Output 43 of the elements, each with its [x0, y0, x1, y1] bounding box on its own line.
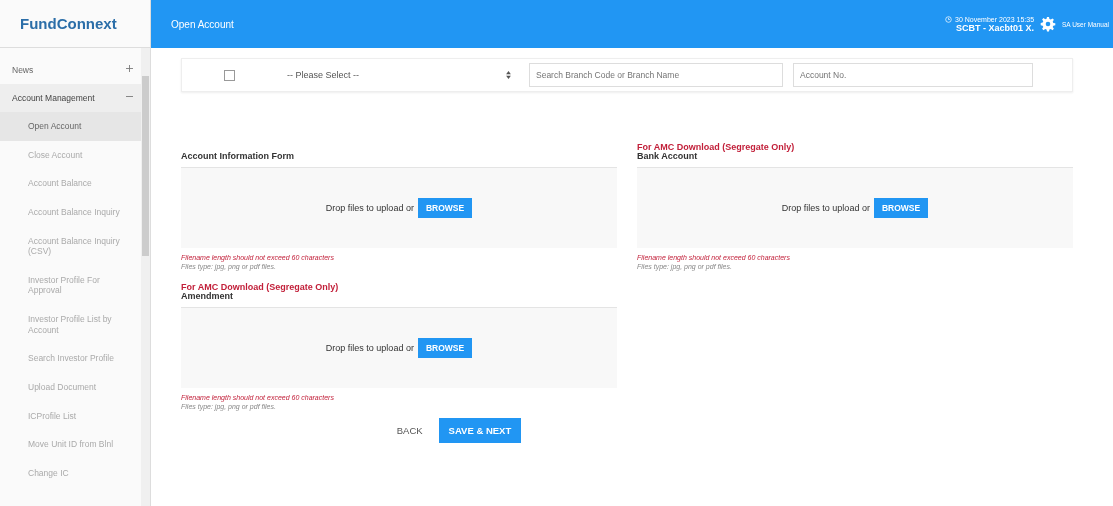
collapse-icon — [126, 93, 133, 100]
menu-item[interactable]: Investor Profile List by Account — [0, 305, 141, 345]
menu-item[interactable]: Upload Document — [0, 372, 141, 402]
back-button[interactable]: BACK — [390, 418, 429, 443]
menu-item[interactable]: Account Balance Inquiry (CSV) — [0, 226, 141, 266]
settings-icon[interactable] — [1040, 16, 1057, 32]
app-logo: FundConnext — [0, 0, 150, 48]
branch-search-field[interactable]: Search Branch Code or Branch Name — [529, 63, 783, 87]
browse-button[interactable]: BROWSE — [417, 338, 473, 358]
menu-item[interactable]: ICProfile List — [0, 401, 141, 431]
drop-zone[interactable]: Drop files to upload or BROWSE — [637, 167, 1073, 248]
select-arrows-icon — [506, 71, 511, 79]
drop-text: Drop files to upload or — [781, 203, 870, 213]
drop-text: Drop files to upload or — [325, 203, 414, 213]
account-number-field[interactable]: Account No. — [793, 63, 1033, 87]
section-note: For AMC Download (Segregate Only) — [637, 142, 795, 152]
expand-icon — [126, 65, 133, 72]
menu-item[interactable]: Move Unit ID from Blnl — [0, 430, 141, 459]
menu-item[interactable]: Open Account — [0, 112, 141, 141]
user-name: SCBT - Xacbt01 X. — [956, 22, 1035, 33]
save-next-button[interactable]: SAVE & NEXT — [438, 418, 522, 443]
menu-item[interactable]: Search Investor Profile — [0, 344, 141, 373]
menu-item[interactable]: Account Balance Inquiry — [0, 197, 141, 227]
drop-zone[interactable]: Drop files to upload or BROWSE — [181, 307, 617, 388]
checkbox[interactable] — [224, 69, 235, 81]
menu-group[interactable]: Account Management — [0, 84, 141, 112]
upload-label: Account Information Form — [181, 151, 295, 161]
drop-text: Drop files to upload or — [325, 343, 414, 353]
menu-item[interactable]: Change IC — [0, 458, 141, 488]
upload-label: Bank Account — [637, 151, 699, 161]
menu-item[interactable]: Close Account — [0, 140, 141, 170]
scrollbar[interactable] — [141, 48, 150, 506]
browse-button[interactable]: BROWSE — [417, 198, 473, 218]
section-note: For AMC Download (Segregate Only) — [181, 282, 339, 292]
clock-icon — [945, 15, 953, 23]
menu-group[interactable]: News — [0, 56, 141, 84]
browse-button[interactable]: BROWSE — [873, 198, 929, 218]
page-title: Open Account — [171, 18, 234, 30]
bank-select[interactable]: -- Please Select -- — [279, 63, 519, 87]
drop-zone[interactable]: Drop files to upload or BROWSE — [181, 167, 617, 248]
menu-item[interactable]: Account Balance — [0, 169, 141, 198]
upload-label: Amendment — [181, 291, 234, 301]
menu-item[interactable]: Investor Profile For Approval — [0, 265, 141, 305]
